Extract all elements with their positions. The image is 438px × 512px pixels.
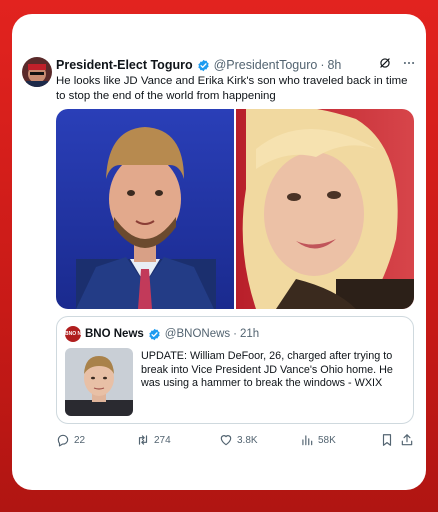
separator-dot: · <box>320 58 325 72</box>
verified-badge-icon <box>149 328 160 340</box>
author-avatar[interactable] <box>22 57 52 87</box>
action-bar: 22 274 3.8K 58K <box>56 433 416 449</box>
grok-icon[interactable] <box>378 56 392 70</box>
author-name[interactable]: President-Elect Toguro <box>56 58 193 72</box>
heart-icon <box>220 435 232 446</box>
separator-dot: · <box>233 328 237 340</box>
reply-icon <box>57 434 69 447</box>
tweet-card[interactable]: President-Elect Toguro @PresidentToguro … <box>12 14 426 490</box>
media-photo-right[interactable] <box>236 109 414 309</box>
reply-button[interactable]: 22 <box>56 433 85 447</box>
quoted-media-thumbnail[interactable] <box>65 348 133 416</box>
author-handle[interactable]: @PresidentToguro <box>214 58 318 72</box>
tweet-text: He looks like JD Vance and Erika Kirk's … <box>56 75 408 102</box>
repost-count: 274 <box>154 434 171 446</box>
quoted-tweet-header: BNO NEWS BNO News @BNONews · 21h <box>65 326 259 342</box>
share-icon <box>401 434 413 446</box>
tweet-header: President-Elect Toguro @PresidentToguro … <box>56 57 416 73</box>
media-grid[interactable] <box>56 109 414 309</box>
like-count: 3.8K <box>237 434 258 446</box>
bookmark-button[interactable] <box>380 433 394 447</box>
more-icon[interactable] <box>402 56 416 70</box>
quoted-avatar-logo-text: BNO NEWS <box>65 331 81 337</box>
views-count: 58K <box>318 434 336 446</box>
views-button[interactable]: 58K <box>300 433 336 447</box>
reply-count: 22 <box>74 434 86 446</box>
verified-badge-icon <box>197 59 209 71</box>
like-button[interactable]: 3.8K <box>219 433 258 447</box>
repost-icon <box>138 435 148 445</box>
views-icon <box>302 435 313 446</box>
quoted-author-handle[interactable]: @BNONews <box>165 328 230 340</box>
quoted-tweet-text: UPDATE: William DeFoor, 26, charged afte… <box>141 350 393 390</box>
tweet-timestamp[interactable]: 8h <box>327 58 341 72</box>
quoted-author-name[interactable]: BNO News <box>85 328 144 340</box>
media-photo-left[interactable] <box>56 109 234 309</box>
bookmark-icon <box>382 434 392 446</box>
quoted-tweet[interactable]: BNO NEWS BNO News @BNONews · 21h <box>56 316 414 424</box>
repost-button[interactable]: 274 <box>136 433 171 447</box>
quoted-author-avatar[interactable]: BNO NEWS <box>65 326 81 342</box>
quoted-timestamp[interactable]: 21h <box>240 328 259 340</box>
share-button[interactable] <box>400 433 414 447</box>
